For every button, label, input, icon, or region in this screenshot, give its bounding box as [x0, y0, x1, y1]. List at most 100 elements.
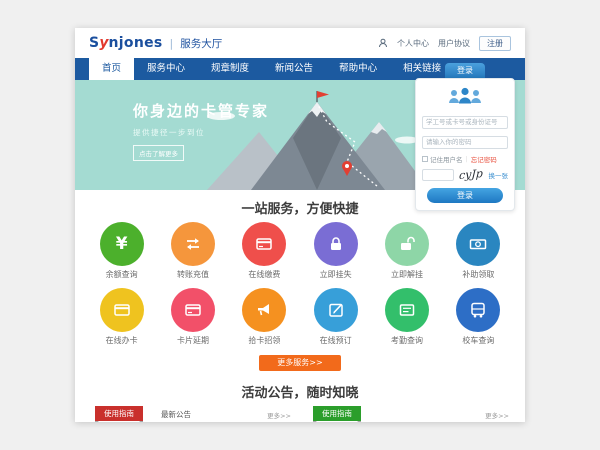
more-services-button[interactable]: 更多服务>>	[259, 355, 341, 371]
card-icon	[183, 300, 203, 320]
hero-title: 你身边的卡管专家	[133, 100, 269, 121]
service-circle[interactable]	[385, 222, 429, 266]
top-header: S y njones | 服务大厅 个人中心 用户协议 注册	[75, 28, 525, 58]
forgot-password-link[interactable]: 忘记密码	[471, 154, 497, 164]
remember-separator: |	[466, 155, 468, 163]
hero-subtitle: 提供捷径一步到位	[133, 127, 269, 138]
service-circle[interactable]: ¥	[100, 222, 144, 266]
service-circle[interactable]	[171, 222, 215, 266]
guide-right-more-link[interactable]: 更多>>	[485, 410, 509, 420]
nav-item-news[interactable]: 新闻公告	[262, 58, 326, 80]
bank-card-icon	[254, 234, 274, 254]
card-icon	[112, 300, 132, 320]
service-circle[interactable]	[314, 288, 358, 332]
service-label: 在线缴费	[229, 269, 300, 280]
guide-more-link[interactable]: 更多>>	[267, 410, 291, 420]
services-grid: ¥ 余额查询 转账充值	[86, 222, 514, 346]
person-icon	[378, 38, 388, 48]
service-item-online-payment[interactable]: 在线缴费	[229, 222, 300, 280]
service-label: 在线预订	[300, 335, 371, 346]
password-input[interactable]	[422, 136, 508, 149]
nav-item-service-center[interactable]: 服务中心	[134, 58, 198, 80]
hero-banner: 你身边的卡管专家 提供捷径一步到位 点击了解更多 登录	[75, 80, 525, 190]
service-label: 补助领取	[443, 269, 514, 280]
announcement-panels: 使用指南 最新公告 更多>> 使用指南 更多>>	[89, 406, 511, 422]
register-button[interactable]: 注册	[479, 36, 511, 51]
logo-divider: |	[170, 37, 174, 50]
nav-item-help-center[interactable]: 帮助中心	[326, 58, 390, 80]
logo-text-rest: njones	[109, 35, 163, 51]
guide-tab-ribbon[interactable]: 使用指南	[95, 406, 143, 421]
service-label: 在线办卡	[86, 335, 157, 346]
service-item-apply-card[interactable]: 在线办卡	[86, 288, 157, 346]
site-name: 服务大厅	[180, 36, 222, 51]
service-label: 转账充值	[157, 269, 228, 280]
announcements-section: 活动公告，随时知晓 使用指南 最新公告 更多>> 使用指南 更多>>	[75, 382, 525, 422]
captcha-refresh-link[interactable]: 换一张	[489, 170, 509, 180]
service-circle[interactable]	[456, 222, 500, 266]
service-circle[interactable]	[385, 288, 429, 332]
hero-cta-button[interactable]: 点击了解更多	[133, 145, 184, 161]
logo-accent: y	[99, 35, 108, 51]
transfer-icon	[183, 234, 203, 254]
banknote-icon	[468, 234, 488, 254]
remember-row: 记住用户名 | 忘记密码	[422, 154, 508, 164]
logo[interactable]: S y njones	[89, 35, 163, 51]
service-circle[interactable]	[100, 288, 144, 332]
user-agreement-link[interactable]: 用户协议	[438, 38, 470, 49]
captcha-input[interactable]	[422, 169, 454, 181]
guide-panel-right: 使用指南 更多>>	[307, 406, 511, 422]
service-item-online-booking[interactable]: 在线预订	[300, 288, 371, 346]
site-page: S y njones | 服务大厅 个人中心 用户协议 注册 首页 服务中心 规…	[75, 28, 525, 422]
attendance-icon	[397, 300, 417, 320]
unlock-icon	[397, 234, 417, 254]
services-section: 一站服务，方便快捷 ¥ 余额查询 转账充值	[75, 190, 525, 371]
megaphone-icon	[254, 300, 274, 320]
captcha-image[interactable]: cyJp	[459, 167, 483, 182]
users-icon	[443, 86, 487, 106]
service-circle[interactable]	[242, 288, 286, 332]
service-label: 立即解挂	[371, 269, 442, 280]
login-tab[interactable]: 登录	[445, 63, 485, 78]
bus-icon	[468, 300, 488, 320]
service-item-subsidy[interactable]: 补助领取	[443, 222, 514, 280]
service-item-card-extension[interactable]: 卡片延期	[157, 288, 228, 346]
nav-item-home[interactable]: 首页	[89, 58, 134, 80]
service-item-balance[interactable]: ¥ 余额查询	[86, 222, 157, 280]
service-circle[interactable]	[171, 288, 215, 332]
service-item-school-bus[interactable]: 校车查询	[443, 288, 514, 346]
guide-tab-ribbon-green[interactable]: 使用指南	[313, 406, 361, 421]
service-label: 余额查询	[86, 269, 157, 280]
service-label: 卡片延期	[157, 335, 228, 346]
latest-news-tab[interactable]: 最新公告	[161, 409, 191, 420]
service-item-transfer[interactable]: 转账充值	[157, 222, 228, 280]
guide-panel: 使用指南 最新公告 更多>>	[89, 406, 293, 422]
username-input[interactable]	[422, 116, 508, 129]
lock-icon	[326, 234, 346, 254]
service-circle[interactable]	[456, 288, 500, 332]
remember-label: 记住用户名	[430, 154, 463, 164]
login-form: 记住用户名 | 忘记密码 cyJp 换一张 登录	[415, 78, 515, 211]
logo-text: S	[89, 35, 99, 51]
service-circle[interactable]	[314, 222, 358, 266]
announcements-title: 活动公告，随时知晓	[75, 382, 525, 398]
login-submit-button[interactable]: 登录	[427, 188, 503, 203]
header-right: 个人中心 用户协议 注册	[378, 36, 511, 51]
login-panel: 登录 记住用户名 | 忘记密码	[415, 63, 515, 211]
service-label: 校车查询	[443, 335, 514, 346]
service-item-attendance[interactable]: 考勤查询	[371, 288, 442, 346]
service-item-report-loss[interactable]: 立即挂失	[300, 222, 371, 280]
hero-text: 你身边的卡管专家 提供捷径一步到位 点击了解更多	[133, 100, 269, 161]
remember-checkbox[interactable]	[422, 156, 428, 162]
service-item-unlock[interactable]: 立即解挂	[371, 222, 442, 280]
service-circle[interactable]	[242, 222, 286, 266]
service-label: 考勤查询	[371, 335, 442, 346]
service-label: 立即挂失	[300, 269, 371, 280]
personal-center-link[interactable]: 个人中心	[397, 38, 429, 49]
service-label: 拾卡招领	[229, 335, 300, 346]
captcha-row: cyJp 换一张	[422, 168, 508, 181]
nav-item-rules[interactable]: 规章制度	[198, 58, 262, 80]
service-item-found-cards[interactable]: 拾卡招领	[229, 288, 300, 346]
edit-icon	[326, 300, 346, 320]
yen-icon: ¥	[116, 234, 128, 254]
